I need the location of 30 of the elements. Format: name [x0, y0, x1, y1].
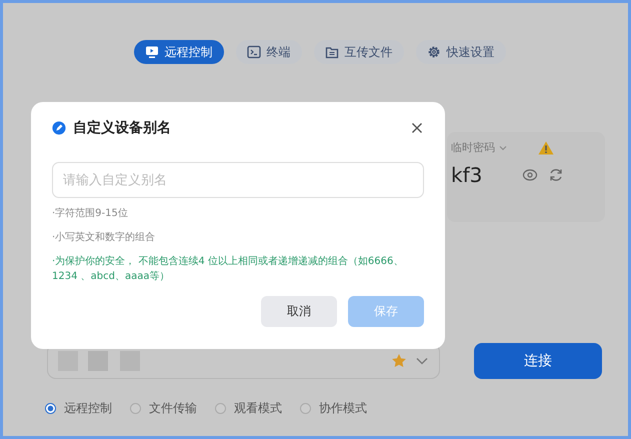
terminal-icon: [246, 45, 260, 59]
nav-tab[interactable]: 终端: [236, 40, 302, 64]
pencil-icon: [52, 121, 66, 135]
folder-icon: [324, 45, 338, 59]
mode-label[interactable]: 远程控制: [64, 400, 112, 417]
settings-icon: [426, 45, 440, 59]
radio-button[interactable]: [130, 403, 141, 414]
connect-button[interactable]: 连接: [474, 343, 602, 379]
mode-label[interactable]: 协作模式: [319, 400, 367, 417]
dialog-title: 自定义设备别名: [73, 119, 171, 137]
refresh-icon[interactable]: [548, 167, 564, 183]
radio-button[interactable]: [45, 403, 56, 414]
nav-tab[interactable]: 远程控制: [134, 40, 224, 64]
mode-label[interactable]: 观看模式: [234, 400, 282, 417]
password-type-dropdown[interactable]: 临时密码: [451, 140, 508, 155]
monitor-icon: [144, 45, 158, 59]
nav-tab[interactable]: 互传文件: [314, 40, 404, 64]
radio-button[interactable]: [300, 403, 311, 414]
hint-text: ·字符范围9-15位: [52, 206, 129, 221]
eye-icon[interactable]: [522, 167, 538, 183]
nav-tab[interactable]: 快速设置: [416, 40, 506, 64]
close-icon[interactable]: [411, 122, 423, 134]
hint-text: ·为保护你的安全， 不能包含连续4 位以上相同或者递增递减的组合（如6666、1234 、abcd、aaaa等）: [52, 254, 404, 284]
hint-text: ·小写英文和数字的组合: [52, 230, 156, 245]
cancel-button[interactable]: 取消: [261, 296, 337, 327]
star-icon[interactable]: [391, 353, 407, 369]
mode-label[interactable]: 文件传输: [149, 400, 197, 417]
alias-input-field[interactable]: 请输入自定义别名: [52, 162, 424, 198]
password-value: kf3: [451, 163, 482, 187]
radio-button[interactable]: [215, 403, 226, 414]
